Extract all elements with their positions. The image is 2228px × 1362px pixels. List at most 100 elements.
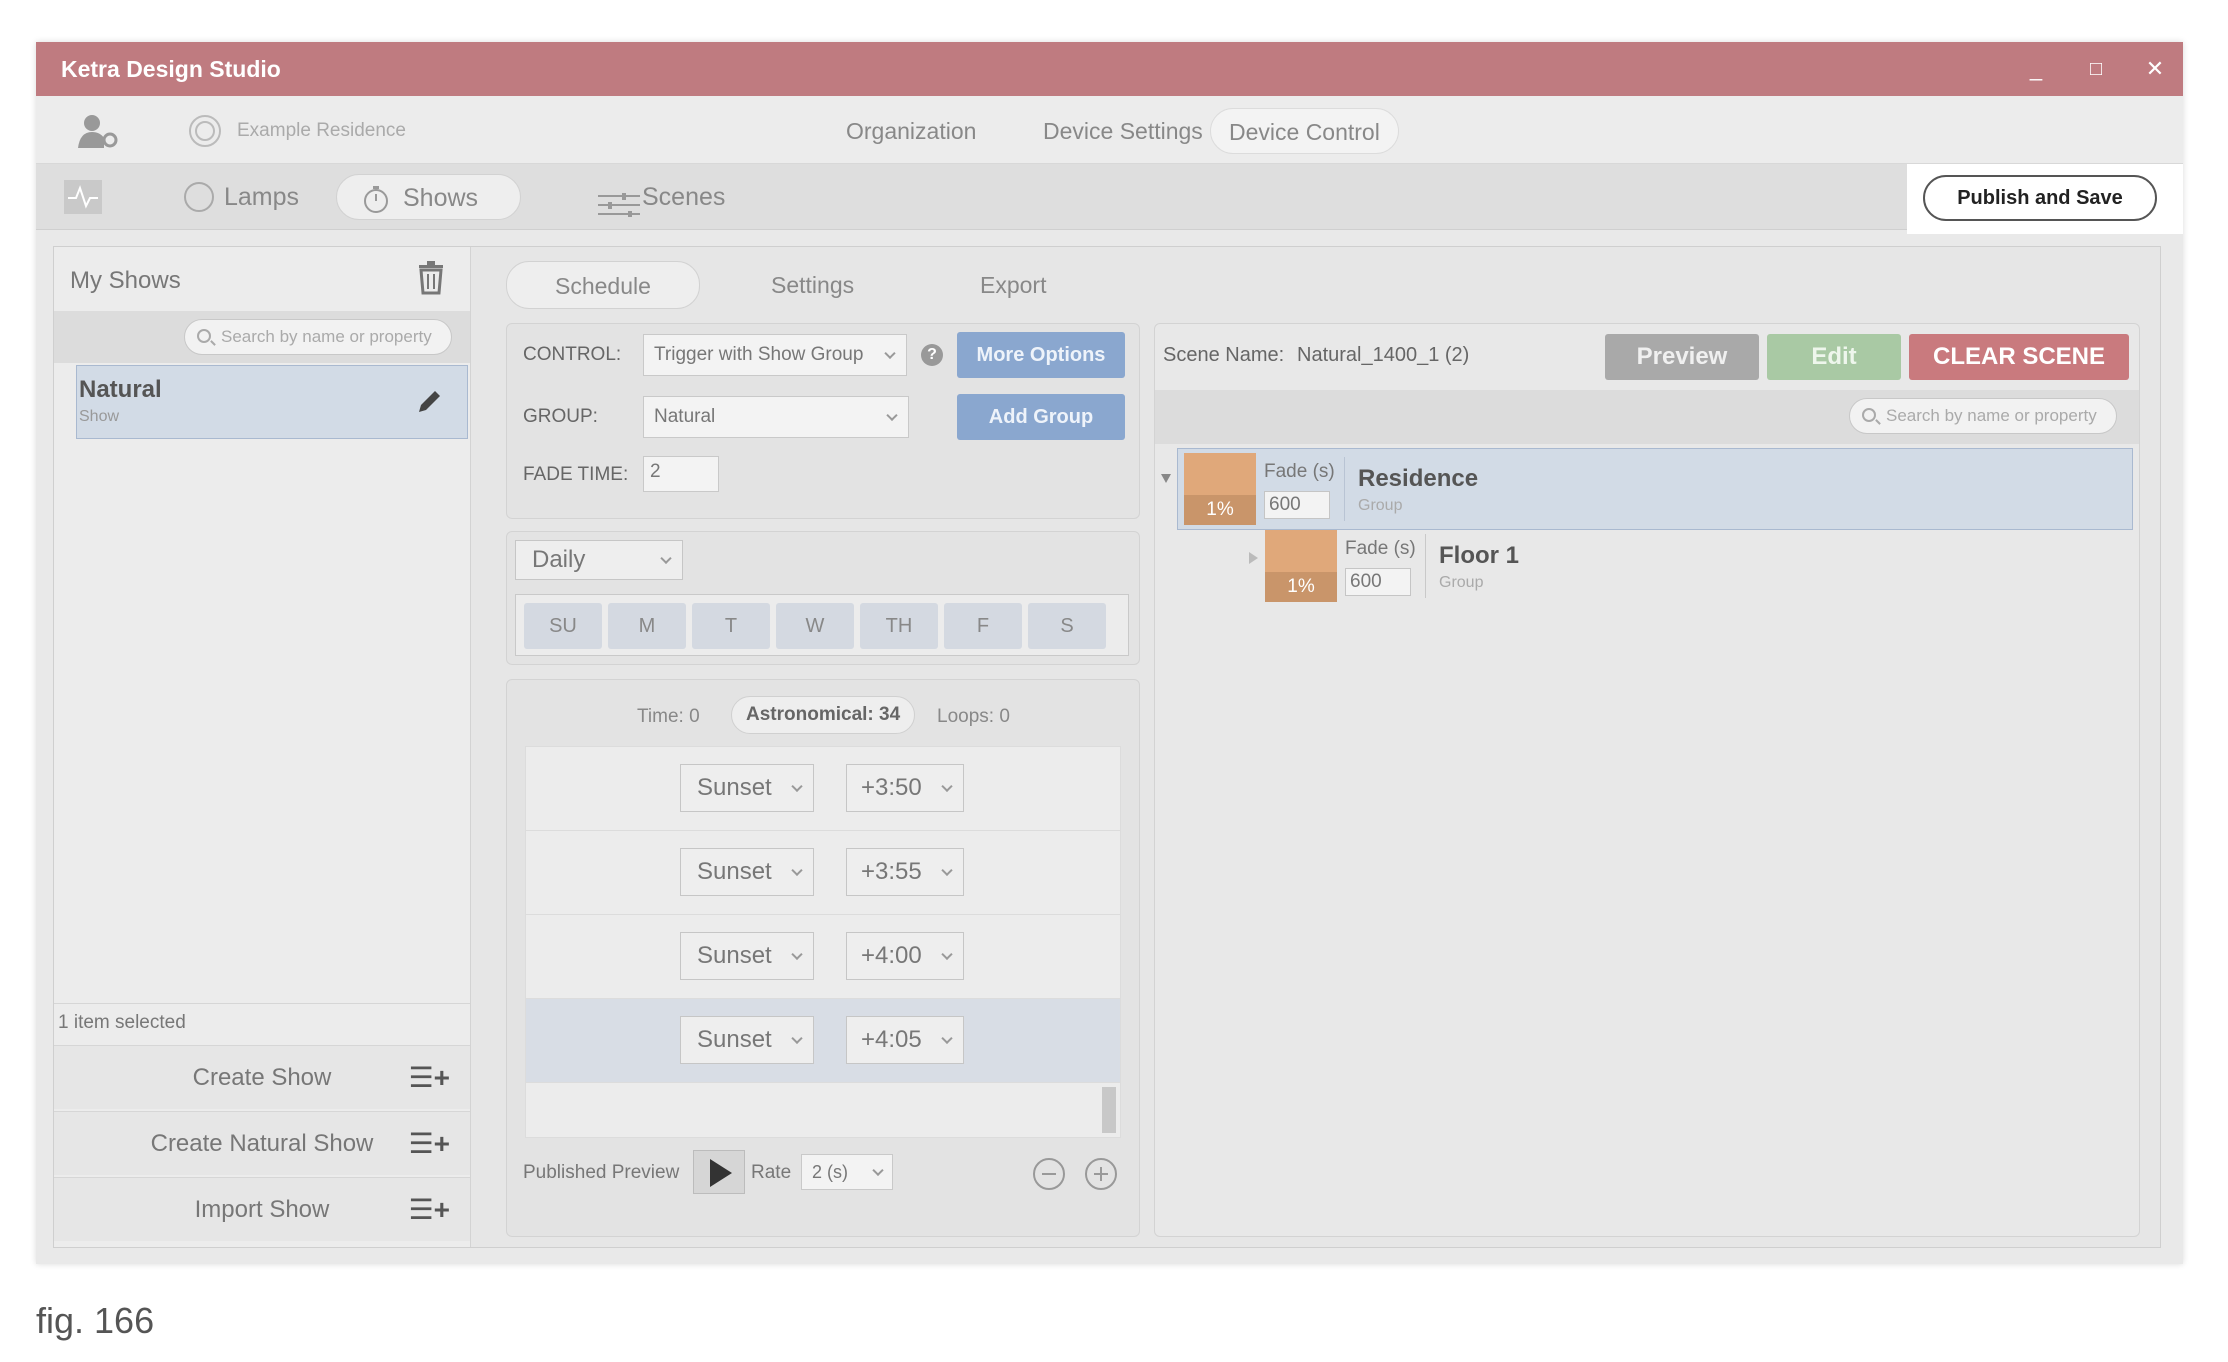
sub-nav: Lamps Shows Scenes (36, 164, 2183, 230)
tab-device-settings[interactable]: Device Settings (1025, 108, 1221, 154)
offset-value: +3:55 (861, 858, 922, 885)
table-row[interactable]: Sunset +3:50 (526, 747, 1120, 831)
chevron-down-icon (791, 780, 803, 793)
project-name[interactable]: Example Residence (237, 120, 406, 142)
event-value: Sunset (697, 942, 772, 969)
import-show-button[interactable]: Import Show ☰+ (54, 1177, 470, 1241)
search-placeholder: Search by name or property (221, 327, 432, 346)
scene-name-label: Scene Name: (1163, 344, 1285, 366)
time-count[interactable]: Time: 0 (637, 706, 700, 728)
event-select[interactable]: Sunset (680, 932, 814, 980)
tab-export[interactable]: Export (960, 261, 1066, 309)
figure-caption: fig. 166 (36, 1300, 155, 1341)
group-select[interactable]: Natural (643, 396, 909, 438)
color-swatch[interactable]: 1% (1184, 453, 1256, 525)
collapse-arrow-icon[interactable] (1161, 474, 1171, 483)
preview-button[interactable]: Preview (1605, 334, 1759, 380)
event-select[interactable]: Sunset (680, 1016, 814, 1064)
stopwatch-icon (361, 183, 391, 213)
project-icon (188, 114, 222, 148)
day-saturday[interactable]: S (1028, 603, 1106, 649)
tab-schedule[interactable]: Schedule (506, 261, 700, 309)
tab-organization[interactable]: Organization (828, 108, 994, 154)
expand-arrow-icon[interactable] (1249, 552, 1258, 564)
tab-shows[interactable]: Shows (336, 174, 522, 220)
fade-label: Fade (s) (1345, 538, 1416, 559)
play-button[interactable] (693, 1150, 745, 1194)
fade-input[interactable]: 600 (1264, 491, 1330, 519)
activity-icon[interactable] (64, 180, 102, 214)
level-percent: 1% (1265, 572, 1337, 602)
pencil-icon[interactable] (415, 386, 445, 416)
rate-select[interactable]: 2 (s) (801, 1154, 893, 1190)
minimize-button[interactable]: _ (2019, 52, 2053, 86)
event-value: Sunset (697, 774, 772, 801)
divider (1425, 534, 1426, 598)
group-name: Residence (1358, 465, 1479, 492)
repeat-select[interactable]: Daily (515, 540, 683, 580)
selection-status-bar: 1 item selected (54, 1003, 470, 1039)
scrollbar-thumb[interactable] (1102, 1087, 1116, 1133)
tab-scenes[interactable]: Scenes (580, 174, 745, 220)
user-settings-icon[interactable] (76, 112, 122, 150)
chevron-down-icon (941, 780, 953, 793)
day-sunday[interactable]: SU (524, 603, 602, 649)
publish-and-save-button[interactable]: Publish and Save (1923, 175, 2157, 221)
tab-device-control[interactable]: Device Control (1210, 108, 1399, 154)
fade-input[interactable]: 600 (1345, 568, 1411, 596)
event-select[interactable]: Sunset (680, 764, 814, 812)
minus-icon (1042, 1173, 1056, 1175)
chevron-down-icon (941, 1032, 953, 1045)
add-group-button[interactable]: Add Group (957, 394, 1125, 440)
day-tuesday[interactable]: T (692, 603, 770, 649)
show-name: Natural (79, 376, 162, 403)
fade-time-input[interactable]: 2 (643, 456, 719, 492)
divider (1344, 457, 1345, 521)
maximize-button[interactable]: □ (2079, 52, 2113, 86)
offset-select[interactable]: +3:50 (846, 764, 964, 812)
trash-icon[interactable] (416, 259, 446, 295)
main-content: My Shows Search by name or property Natu… (53, 246, 2161, 1248)
offset-select[interactable]: +4:05 (846, 1016, 964, 1064)
recurrence-panel: Daily SU M T W TH F S (506, 531, 1140, 665)
lamp-icon (184, 182, 214, 212)
group-row-floor-1[interactable]: 1% Fade (s) 600 Floor 1 Group (1265, 524, 1665, 606)
scene-search-input[interactable]: Search by name or property (1849, 398, 2117, 434)
offset-select[interactable]: +3:55 (846, 848, 964, 896)
chevron-down-icon (941, 948, 953, 961)
shows-search-input[interactable]: Search by name or property (184, 319, 452, 355)
group-type: Group (1358, 497, 1403, 514)
help-icon[interactable]: ? (921, 344, 943, 366)
day-thursday[interactable]: TH (860, 603, 938, 649)
table-row[interactable]: Sunset +4:00 (526, 915, 1120, 999)
control-select[interactable]: Trigger with Show Group (643, 334, 907, 376)
offset-select[interactable]: +4:00 (846, 932, 964, 980)
create-natural-show-button[interactable]: Create Natural Show ☰+ (54, 1111, 470, 1175)
search-bar-area: Search by name or property (54, 311, 470, 363)
tab-lamps[interactable]: Lamps (168, 174, 319, 220)
day-friday[interactable]: F (944, 603, 1022, 649)
group-row-residence[interactable]: 1% Fade (s) 600 Residence Group (1177, 448, 2133, 530)
table-row[interactable]: Sunset +3:55 (526, 831, 1120, 915)
tab-lamps-label: Lamps (224, 183, 300, 211)
add-event-button[interactable] (1085, 1158, 1117, 1190)
day-monday[interactable]: M (608, 603, 686, 649)
astronomical-count[interactable]: Astronomical: 34 (731, 696, 916, 734)
event-select[interactable]: Sunset (680, 848, 814, 896)
day-wednesday[interactable]: W (776, 603, 854, 649)
clear-scene-button[interactable]: CLEAR SCENE (1909, 334, 2129, 380)
create-show-button[interactable]: Create Show ☰+ (54, 1045, 470, 1109)
more-options-button[interactable]: More Options (957, 332, 1125, 378)
loops-count[interactable]: Loops: 0 (937, 706, 1010, 728)
color-swatch[interactable]: 1% (1265, 530, 1337, 602)
list-item[interactable]: Natural Show (76, 365, 468, 439)
group-type: Group (1439, 574, 1484, 591)
table-row[interactable]: Sunset +4:05 (526, 999, 1120, 1083)
group-label: GROUP: (523, 406, 598, 427)
close-button[interactable]: ✕ (2138, 52, 2172, 86)
edit-button[interactable]: Edit (1767, 334, 1901, 380)
tab-settings[interactable]: Settings (751, 261, 874, 309)
events-panel: Time: 0 Astronomical: 34 Loops: 0 Sunset… (506, 679, 1140, 1237)
remove-event-button[interactable] (1033, 1158, 1065, 1190)
list-add-icon: ☰+ (408, 1062, 450, 1093)
